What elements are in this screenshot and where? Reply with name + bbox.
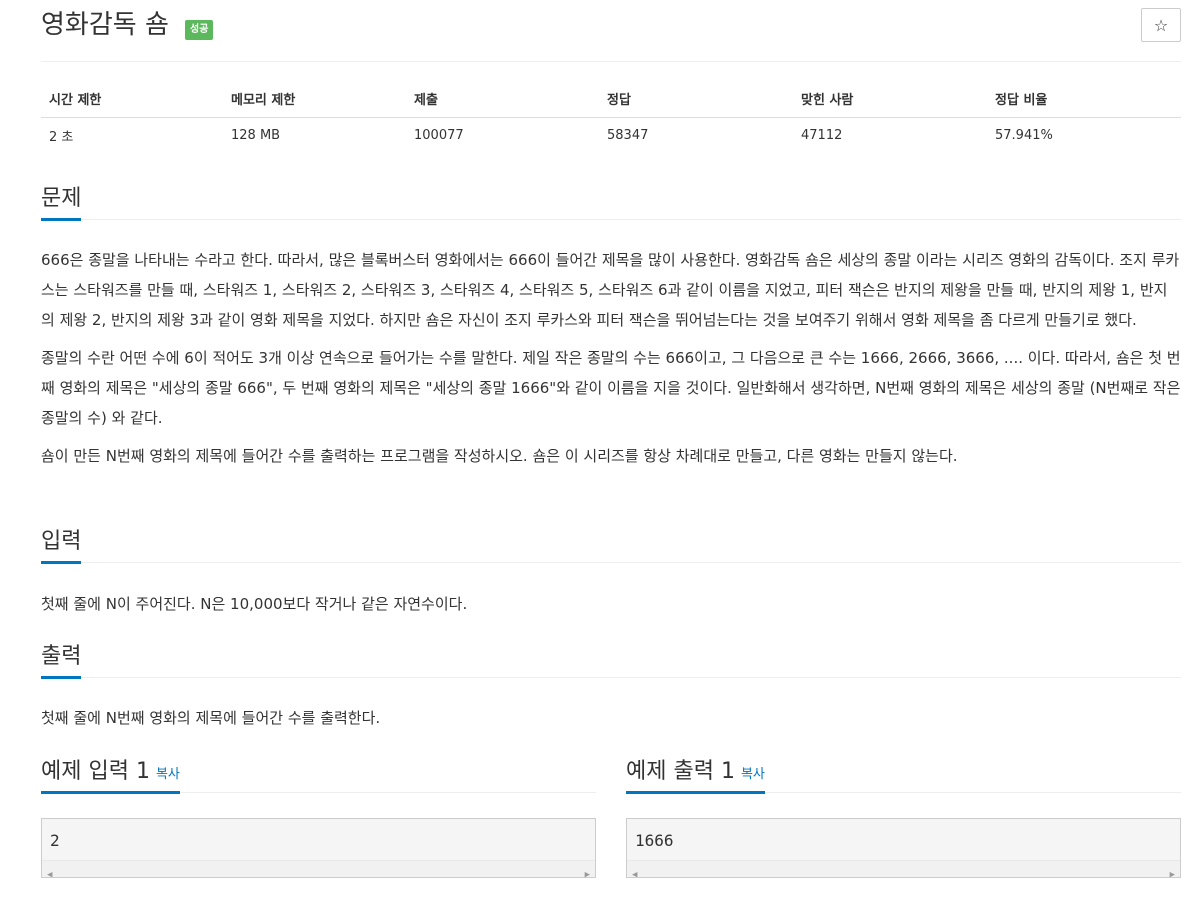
- description-heading: 문제: [41, 183, 82, 221]
- star-icon: ☆: [1153, 15, 1169, 35]
- copy-sample-output-link[interactable]: 복사: [741, 767, 765, 782]
- description-headline: 문제: [41, 183, 1181, 221]
- problem-title: 영화감독 숌: [41, 10, 169, 40]
- divider: [41, 61, 1181, 62]
- output-headline: 출력: [41, 641, 1181, 679]
- info-header-row: 시간 제한 메모리 제한 제출 정답 맞힌 사람 정답 비율: [41, 80, 1181, 118]
- description-paragraph: 숌이 만든 N번째 영화의 제목에 들어간 수를 출력하는 프로그램을 작성하시…: [41, 447, 958, 465]
- output-heading: 출력: [41, 641, 82, 679]
- sample-input-headline: 예제 입력 1 복사: [41, 756, 596, 794]
- copy-sample-input-link[interactable]: 복사: [156, 767, 180, 782]
- info-value-row: 2 초 128 MB 100077 58347 47112 57.941%: [41, 117, 1181, 153]
- solvers-header: 맞힌 사람: [793, 80, 987, 118]
- scroll-right-icon[interactable]: ▶: [1170, 863, 1175, 887]
- submissions-value: 100077: [414, 127, 464, 143]
- title-row: 영화감독 숌 성공 ☆: [41, 8, 1181, 48]
- input-description: 첫째 줄에 N이 주어진다. N은 10,000보다 작거나 같은 자연수이다.: [41, 595, 468, 613]
- scroll-left-icon[interactable]: ◀: [47, 863, 52, 887]
- description-body: 666은 종말을 나타내는 수라고 한다. 따라서, 많은 블록버스터 영화에서…: [41, 220, 1181, 471]
- output-description: 첫째 줄에 N번째 영화의 제목에 들어간 수를 출력한다.: [41, 709, 381, 727]
- memory-limit-value: 128 MB: [231, 127, 281, 143]
- time-limit-value: 2 초: [49, 129, 74, 145]
- status-badge: 성공: [185, 20, 214, 40]
- description-paragraph: 종말의 수란 어떤 수에 6이 적어도 3개 이상 연속으로 들어가는 수를 말…: [41, 349, 1181, 427]
- input-heading: 입력: [41, 526, 82, 564]
- sample-output-block: 예제 출력 1 복사 1666 ◀ ▶: [626, 756, 1181, 880]
- sample-input-block: 예제 입력 1 복사 2 ◀ ▶: [41, 756, 596, 880]
- accept-ratio-header: 정답 비율: [987, 80, 1181, 118]
- accept-ratio-value: 57.941%: [995, 127, 1053, 143]
- sample-output-content: 1666: [635, 831, 674, 850]
- scroll-right-icon[interactable]: ▶: [585, 863, 590, 887]
- problem-info-table: 시간 제한 메모리 제한 제출 정답 맞힌 사람 정답 비율 2 초 128 M…: [41, 80, 1181, 153]
- sample-output-box[interactable]: 1666 ◀ ▶: [626, 818, 1181, 880]
- scroll-left-icon[interactable]: ◀: [632, 863, 637, 887]
- submissions-header: 제출: [406, 80, 599, 118]
- favorite-button[interactable]: ☆: [1141, 8, 1181, 42]
- sample-input-box[interactable]: 2 ◀ ▶: [41, 818, 596, 880]
- description-paragraph: 666은 종말을 나타내는 수라고 한다. 따라서, 많은 블록버스터 영화에서…: [41, 251, 1180, 329]
- accepted-value: 58347: [607, 127, 649, 143]
- input-section: 입력 첫째 줄에 N이 주어진다. N은 10,000보다 작거나 같은 자연수…: [41, 526, 1181, 619]
- sample-input-content: 2: [50, 831, 60, 850]
- input-headline: 입력: [41, 526, 1181, 564]
- horizontal-scrollbar[interactable]: ◀ ▶: [627, 860, 1180, 880]
- output-section: 출력 첫째 줄에 N번째 영화의 제목에 들어간 수를 출력한다.: [41, 641, 1181, 733]
- solvers-value: 47112: [801, 127, 843, 143]
- time-limit-header: 시간 제한: [41, 80, 223, 118]
- description-section: 문제 666은 종말을 나타내는 수라고 한다. 따라서, 많은 블록버스터 영…: [41, 183, 1181, 471]
- accepted-header: 정답: [599, 80, 793, 118]
- memory-limit-header: 메모리 제한: [223, 80, 406, 118]
- sample-output-heading: 예제 출력 1 복사: [626, 756, 765, 794]
- sample-input-heading: 예제 입력 1 복사: [41, 756, 180, 794]
- sample-output-headline: 예제 출력 1 복사: [626, 756, 1181, 794]
- horizontal-scrollbar[interactable]: ◀ ▶: [42, 860, 595, 880]
